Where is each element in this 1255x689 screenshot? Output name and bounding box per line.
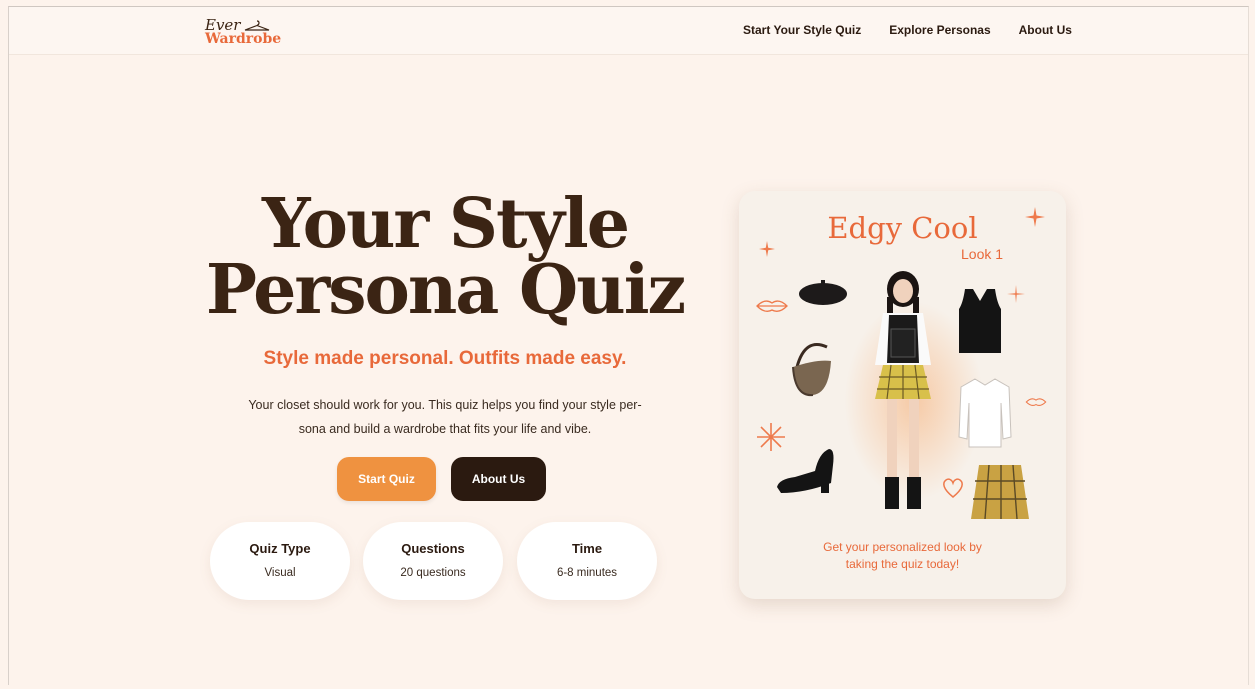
stat-questions: Questions 20 questions [363,522,503,600]
mary-jane-shoe-icon [777,449,834,493]
vest-icon [959,289,1001,353]
nav-explore-personas-link[interactable]: Explore Personas [889,23,990,37]
hero-intro-line1: Your closet should work for you. This qu… [248,398,642,412]
nav-links: Start Your Style Quiz Explore Personas A… [743,23,1072,37]
stat-value: 20 questions [400,567,466,579]
stat-quiz-type: Quiz Type Visual [210,522,350,600]
card-footer-text: Get your personalized look by taking the… [799,539,1006,573]
brand-line2: Wardrobe [205,31,282,47]
card-title: Edgy Cool [827,211,978,245]
brand-logo[interactable]: Ever Wardrobe [205,16,285,50]
card-footer-line1: Get your personalized look by [823,540,982,554]
nav-about-us-link[interactable]: About Us [1019,23,1072,37]
stat-time: Time 6-8 minutes [517,522,657,600]
hero-title: Your Style Persona Quiz [205,184,686,330]
stat-value: Visual [264,567,296,579]
stat-value: 6-8 minutes [556,567,618,579]
plaid-skirt-icon [971,464,1029,520]
hero-tagline: Style made personal. Outfits made easy. [263,348,627,369]
lips-doodle-icon [1025,398,1047,406]
about-us-button[interactable]: About Us [451,457,546,501]
white-shirt-icon [958,378,1012,448]
hero-title-line1: Your Style [261,184,630,264]
hero-intro: Your closet should work for you. This qu… [215,393,675,441]
beret-icon [799,280,847,305]
top-navbar: Ever Wardrobe Start Your Style Quiz Expl… [9,7,1248,55]
page-frame: Ever Wardrobe Start Your Style Quiz Expl… [8,6,1249,685]
start-quiz-button[interactable]: Start Quiz [337,457,436,501]
lips-doodle-icon [756,300,788,312]
card-subtitle: Look 1 [961,246,1004,262]
persona-preview-card[interactable]: Edgy Cool Look 1 Get your personalized l… [739,191,1066,599]
nav-start-quiz-link[interactable]: Start Your Style Quiz [743,23,861,37]
shoulder-bag-icon [792,343,831,397]
model-figure-illustration [875,271,931,509]
stat-title: Questions [401,541,465,556]
hanger-icon [244,20,270,31]
sparkle-icon [1007,285,1025,303]
card-footer-line2: taking the quiz today! [845,557,960,571]
stat-title: Time [571,541,603,556]
stat-title: Quiz Type [249,541,311,556]
sparkle-icon [759,241,775,257]
sparkle-icon [1025,207,1045,227]
hero-intro-line2: sona and build a wardrobe that fits your… [298,422,592,436]
hero-title-line2: Persona Quiz [205,250,686,330]
